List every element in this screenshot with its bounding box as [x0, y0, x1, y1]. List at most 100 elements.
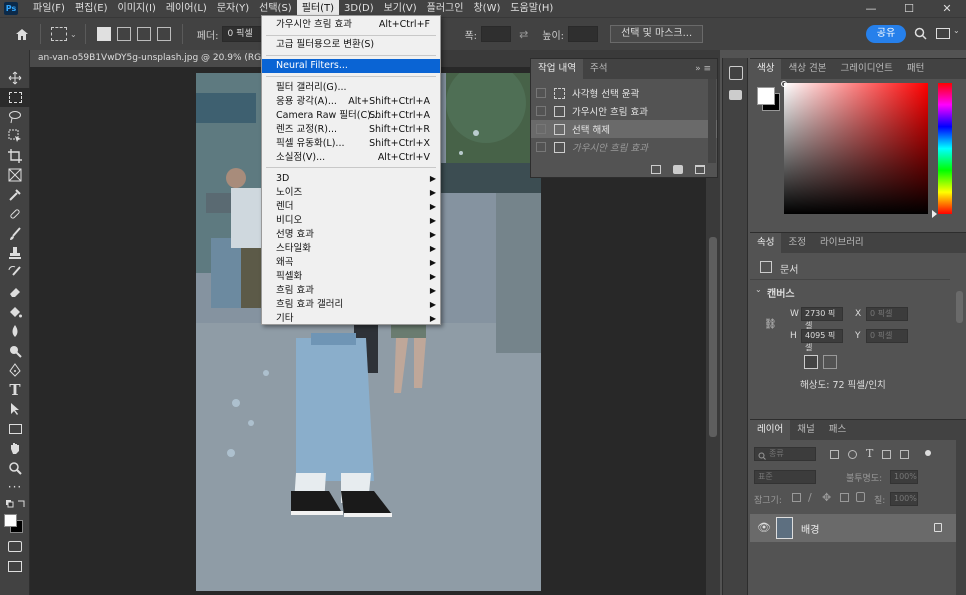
history-panel-icon[interactable]	[729, 66, 743, 80]
menu-item-submenu[interactable]: 스타일화 ▶	[262, 242, 440, 256]
canvas-width-input[interactable]: 2730 픽셀	[801, 307, 843, 330]
opacity-input[interactable]: 100%	[890, 470, 918, 484]
menu-item-convert-smart-filters[interactable]: 고급 필터용으로 변환(S)	[262, 38, 440, 52]
new-selection-icon[interactable]	[96, 27, 111, 41]
subtract-selection-icon[interactable]	[136, 27, 151, 41]
type-tool-icon[interactable]: T	[0, 380, 30, 400]
crop-tool-icon[interactable]	[0, 146, 30, 166]
healing-brush-tool-icon[interactable]	[0, 205, 30, 225]
menu-item-submenu[interactable]: 흐림 효과 ▶	[262, 284, 440, 298]
width-input[interactable]	[481, 26, 512, 42]
history-source-checkbox[interactable]	[536, 88, 546, 98]
maximize-icon[interactable]: ☐	[890, 0, 928, 17]
rect-marquee-tool-icon[interactable]	[0, 87, 30, 107]
default-colors-icon[interactable]	[0, 497, 30, 511]
menu-item[interactable]: 창(W)	[468, 0, 505, 17]
menu-item-filter[interactable]: 픽셀 유동화(L)... Shift+Ctrl+X	[262, 137, 440, 151]
menu-item-submenu[interactable]: 기타 ▶	[262, 312, 440, 326]
filter-toggle-icon[interactable]	[925, 450, 931, 456]
paint-bucket-tool-icon[interactable]	[0, 302, 30, 322]
history-item[interactable]: 사각형 선택 윤곽	[531, 84, 717, 102]
new-document-from-state-icon[interactable]	[651, 164, 661, 174]
search-icon[interactable]	[914, 27, 927, 43]
chevron-down-icon[interactable]: ⌄	[70, 30, 77, 39]
menu-item[interactable]: 이미지(I)	[113, 0, 161, 17]
menu-item-filter[interactable]: Camera Raw 필터(C)... Shift+Ctrl+A	[262, 109, 440, 123]
move-tool-icon[interactable]	[0, 68, 30, 88]
height-input[interactable]	[568, 26, 599, 42]
landscape-orientation-icon[interactable]	[823, 355, 837, 369]
history-item[interactable]: 가우시안 흐림 효과	[531, 102, 717, 120]
tab-layers[interactable]: 레이어	[750, 420, 791, 440]
foreground-color-chip[interactable]	[757, 87, 775, 105]
more-tools-icon[interactable]: ···	[0, 478, 30, 498]
hue-slider-handle[interactable]	[932, 210, 937, 218]
swap-icon[interactable]: ⇄	[519, 28, 528, 41]
intersect-selection-icon[interactable]	[156, 27, 171, 41]
filter-adjustment-icon[interactable]	[848, 450, 857, 459]
zoom-tool-icon[interactable]	[0, 458, 30, 478]
rect-marquee-tool-icon[interactable]	[51, 27, 67, 41]
tab-patterns[interactable]: 패턴	[900, 59, 931, 79]
eye-visibility-icon[interactable]: 👁	[757, 521, 771, 534]
lock-artboard-icon[interactable]	[840, 493, 849, 502]
comment-panel-icon[interactable]	[729, 90, 742, 100]
object-select-tool-icon[interactable]	[0, 127, 30, 147]
menu-item[interactable]: 편집(E)	[70, 0, 113, 17]
fill-input[interactable]: 100%	[890, 492, 918, 506]
tab-gradients[interactable]: 그레이디언트	[833, 59, 899, 79]
tab-properties[interactable]: 속성	[750, 233, 782, 253]
portrait-orientation-icon[interactable]	[804, 355, 818, 369]
menu-item-filter[interactable]: 필터 갤러리(G)...	[262, 81, 440, 95]
menu-item-filter[interactable]: 렌즈 교정(R)... Shift+Ctrl+R	[262, 123, 440, 137]
menu-item[interactable]: 파일(F)	[28, 0, 70, 17]
menu-item-submenu[interactable]: 3D ▶	[262, 172, 440, 186]
menu-item-submenu[interactable]: 픽셀화 ▶	[262, 270, 440, 284]
chevron-down-icon[interactable]: ⌄	[755, 285, 762, 294]
tab-adjustments[interactable]: 조정	[781, 233, 812, 253]
menu-item-filter[interactable]: 소실점(V)... Alt+Ctrl+V	[262, 151, 440, 165]
minimize-icon[interactable]: —	[852, 0, 890, 17]
filter-pixel-icon[interactable]	[830, 450, 839, 459]
tab-notes[interactable]: 주석	[583, 59, 614, 79]
blend-mode-select[interactable]: 표준	[754, 470, 816, 484]
menu-item-submenu[interactable]: 선명 효과 ▶	[262, 228, 440, 242]
layers-scrollbar[interactable]	[956, 420, 966, 595]
workspace-icon[interactable]	[936, 28, 950, 39]
menu-item-submenu[interactable]: 렌더 ▶	[262, 200, 440, 214]
tab-libraries[interactable]: 라이브러리	[813, 233, 871, 253]
share-button[interactable]: 공유	[866, 25, 906, 43]
menu-item-submenu[interactable]: 흐림 효과 갤러리 ▶	[262, 298, 440, 312]
history-source-checkbox[interactable]	[536, 142, 546, 152]
eyedropper-tool-icon[interactable]	[0, 185, 30, 205]
menu-item-filter[interactable]: 응용 광각(A)... Alt+Shift+Ctrl+A	[262, 95, 440, 109]
history-item[interactable]: 가우시안 흐림 효과	[531, 138, 717, 156]
select-and-mask-button[interactable]: 선택 및 마스크...	[610, 25, 704, 43]
home-icon[interactable]	[12, 24, 32, 44]
history-scrollbar[interactable]	[708, 79, 716, 163]
filter-shape-icon[interactable]	[882, 450, 891, 459]
path-select-tool-icon[interactable]	[0, 400, 30, 420]
history-brush-tool-icon[interactable]	[0, 263, 30, 283]
brush-tool-icon[interactable]	[0, 224, 30, 244]
add-selection-icon[interactable]	[116, 27, 131, 41]
menu-item-last-filter[interactable]: 가우시안 흐림 효과 Alt+Ctrl+F	[262, 18, 440, 32]
rectangle-tool-icon[interactable]	[0, 419, 30, 439]
filter-smart-object-icon[interactable]	[900, 450, 909, 459]
history-source-checkbox[interactable]	[536, 124, 546, 134]
canvas-height-input[interactable]: 4095 픽셀	[801, 329, 843, 352]
menu-item[interactable]: 문자(Y)	[212, 0, 254, 17]
dodge-tool-icon[interactable]	[0, 341, 30, 361]
tab-paths[interactable]: 패스	[822, 420, 853, 440]
color-picker-cursor[interactable]	[781, 81, 787, 87]
history-source-checkbox[interactable]	[536, 106, 546, 116]
link-icon[interactable]: ⛓	[764, 319, 777, 330]
properties-scrollbar[interactable]	[956, 291, 963, 323]
menu-item-submenu[interactable]: 왜곡 ▶	[262, 256, 440, 270]
close-icon[interactable]: ✕	[928, 0, 966, 17]
history-item[interactable]: 선택 해제	[531, 120, 717, 138]
filter-type-icon[interactable]: T	[866, 447, 873, 460]
chevron-down-icon[interactable]: ⌄	[953, 26, 960, 35]
camera-snapshot-icon[interactable]	[673, 164, 683, 174]
trash-icon[interactable]	[695, 164, 705, 174]
